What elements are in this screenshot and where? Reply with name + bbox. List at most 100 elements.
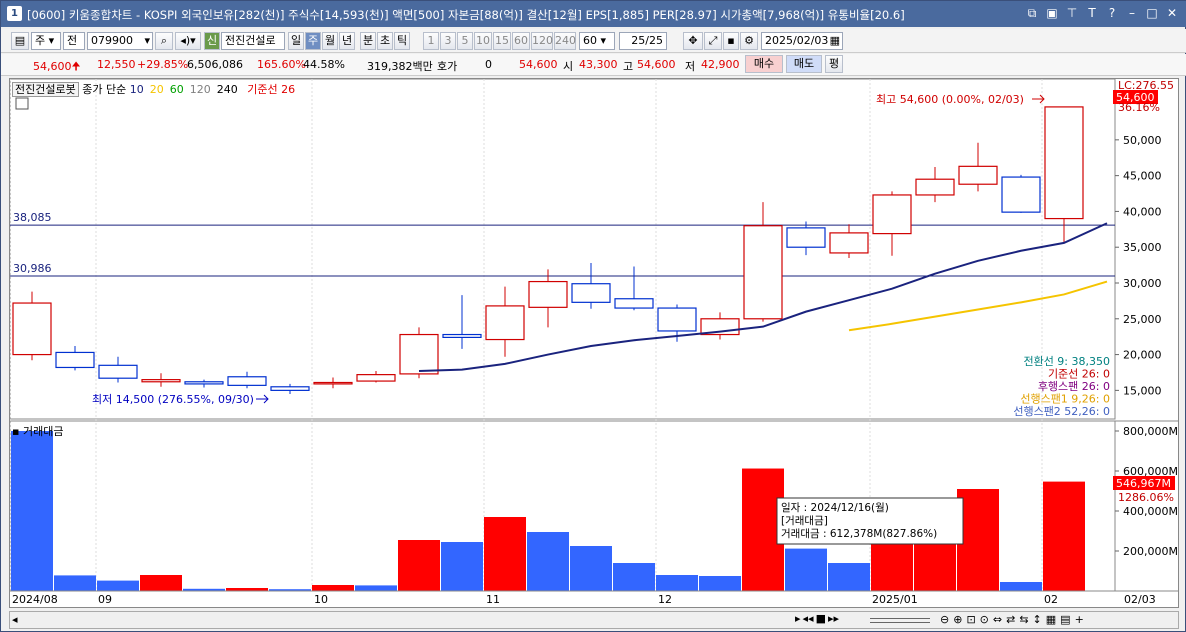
price-pane[interactable] [9,78,1116,420]
volume-bar[interactable] [398,540,440,591]
grid-icon[interactable]: ▦ [1046,613,1056,626]
count-button-0[interactable]: 1 [423,32,439,50]
chart-area[interactable]: 15,000 20,000 25,000 30,000 35,000 40,000 45,0… [9,78,1179,608]
stock-code-input[interactable]: 079900 ▾ [87,32,153,50]
tab-period-3[interactable]: 년 [339,32,355,50]
zoom-reset-icon[interactable]: ⊙ [980,613,989,626]
calendar-icon[interactable]: ▦ [830,33,840,49]
zoom-out-icon[interactable]: ⊖ [940,613,949,626]
candle[interactable] [313,381,353,385]
volume-bar[interactable] [1043,481,1085,591]
stop-icon[interactable]: ■ [816,612,826,625]
candle[interactable] [915,178,955,196]
candle[interactable] [614,298,654,309]
rewind-icon[interactable]: ◂◂ [803,612,814,625]
text-size-icon[interactable]: T [1085,6,1099,20]
minimize-icon[interactable]: – [1125,6,1139,20]
candle[interactable] [12,302,52,356]
tab-period-0[interactable]: 일 [288,32,304,50]
volume-bar[interactable] [828,563,870,591]
horizontal-scrollbar[interactable]: ◂ ▸ ◂◂ ■ ▸▸ ⊖ ⊕ ⊡ ⊙ ⇔ ⇄ ⇆ ↕ ▦ ▤ + [9,611,1179,629]
search-icon[interactable]: ⌕ [155,32,173,50]
close-icon[interactable]: ✕ [1165,6,1179,20]
bar-wide-icon[interactable]: ⇆ [1019,613,1028,626]
table-icon[interactable] [15,97,29,110]
volume-bar[interactable] [484,517,526,591]
volume-bar[interactable] [97,580,139,591]
scale-icon[interactable]: ↕ [1033,613,1042,626]
tab-period-6[interactable]: 틱 [394,32,410,50]
count-button-4[interactable]: 15 [493,32,511,50]
candle[interactable] [55,351,95,369]
date-input[interactable]: 2025/02/03 ▦ [761,32,843,50]
layout-icon[interactable]: ▣ [1045,6,1059,20]
candle[interactable] [571,283,611,303]
sell-button[interactable]: 매도 [786,55,822,73]
volume-bar[interactable] [613,563,655,591]
tab-period-4[interactable]: 분 [360,32,376,50]
candle[interactable] [442,333,482,338]
volume-bar[interactable] [699,576,741,591]
list-icon[interactable]: ▤ [1060,613,1070,626]
scroll-right-icon[interactable]: ▸ [795,612,801,625]
settings-gear-icon[interactable]: ⚙ [740,32,758,50]
volume-bar[interactable] [570,546,612,591]
save-icon[interactable]: ▪ [723,32,739,50]
volume-bar[interactable] [312,585,354,591]
crosshair-icon[interactable]: ✥ [683,32,703,50]
volume-bar[interactable] [140,575,182,591]
candle[interactable] [1044,106,1084,220]
count-button-1[interactable]: 3 [440,32,456,50]
zoom-in-icon[interactable]: ⊕ [953,613,962,626]
chart-canvas[interactable]: 15,000 20,000 25,000 30,000 35,000 40,000 45,0… [9,78,1178,607]
chart-type-select[interactable]: 주 ▾ [31,32,61,50]
candle[interactable] [1001,176,1041,213]
candle[interactable] [872,194,912,235]
candle[interactable] [829,232,869,254]
candle[interactable] [98,364,138,379]
title-bar[interactable]: 1 [0600] 키움종합차트 - KOSPI 외국인보유[282(천)] 주식… [1,1,1186,27]
count-button-6[interactable]: 120 [531,32,553,50]
plus-icon[interactable]: + [1075,613,1084,626]
volume-bar[interactable] [656,575,698,591]
buy-button[interactable]: 매수 [745,55,783,73]
candle[interactable] [657,307,697,332]
volume-bar[interactable] [527,532,569,591]
restore-icon[interactable]: ⧉ [1025,6,1039,20]
avg-button[interactable]: 평 [825,55,843,73]
count-button-2[interactable]: 5 [457,32,473,50]
candle[interactable] [184,381,224,385]
stock-legend-name[interactable]: 전진건설로봇 [12,82,79,97]
pin-icon[interactable]: ⊤ [1065,6,1079,20]
collapse-icon[interactable]: ▪ [12,425,19,438]
candle[interactable] [786,227,826,248]
candle[interactable] [227,376,267,386]
page-indicator[interactable]: 25/25 [619,32,667,50]
volume-bar[interactable] [355,585,397,591]
candle[interactable] [356,374,396,382]
candle[interactable] [743,225,783,320]
forward-icon[interactable]: ▸▸ [828,612,839,625]
tab-period-5[interactable]: 초 [377,32,393,50]
count-button-5[interactable]: 60 [512,32,530,50]
bar-width-icon[interactable]: ⇔ [993,613,1002,626]
candle[interactable] [270,386,310,391]
scroll-left-icon[interactable]: ◂ [12,613,18,626]
market-select[interactable]: 전 [63,32,85,50]
bar-narrow-icon[interactable]: ⇄ [1006,613,1015,626]
candle[interactable] [399,333,439,375]
volume-bar[interactable] [785,548,827,591]
candle[interactable] [958,165,998,185]
sound-icon[interactable]: ◂)▾ [175,32,201,50]
draw-icon[interactable]: ⤢ [704,32,722,50]
candle[interactable] [141,379,181,383]
count-button-7[interactable]: 240 [554,32,576,50]
volume-bar[interactable] [11,431,53,591]
menu-icon[interactable]: ▤ [11,32,29,50]
candle[interactable] [528,280,568,308]
volume-bar[interactable] [441,542,483,591]
scroll-thumb[interactable] [870,618,930,623]
new-badge[interactable]: 신 [204,32,220,50]
tab-period-2[interactable]: 월 [322,32,338,50]
candle[interactable] [485,305,525,341]
